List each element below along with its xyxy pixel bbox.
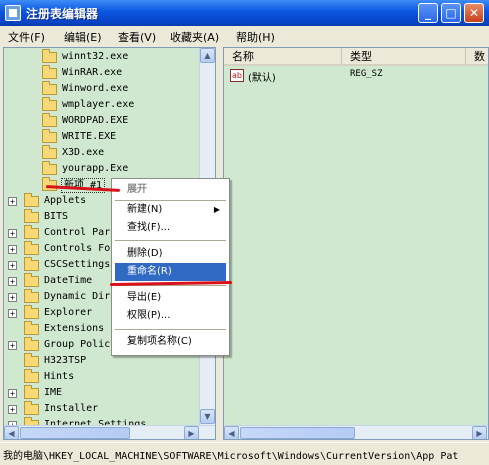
folder-icon (24, 241, 39, 255)
folder-icon (24, 289, 39, 303)
menu-item-new[interactable]: 新建(N) ▶ (115, 201, 226, 219)
column-header-type[interactable]: 类型 (342, 48, 466, 66)
scroll-right-icon[interactable]: ▶ (184, 426, 199, 439)
menu-item-copy-key-name[interactable]: 复制项名称(C) (115, 333, 226, 351)
folder-icon (24, 257, 39, 271)
menu-item-expand[interactable]: 展开 (115, 181, 226, 199)
submenu-arrow-icon: ▶ (213, 205, 220, 214)
value-name: (默认) (248, 73, 276, 84)
folder-icon (42, 97, 57, 111)
menu-favorites[interactable]: 收藏夹(A) (170, 29, 219, 45)
scroll-left-icon[interactable]: ◀ (224, 426, 239, 439)
menu-edit[interactable]: 编辑(E) (64, 29, 102, 45)
maximize-button[interactable]: □ (441, 3, 461, 23)
folder-icon (24, 337, 39, 351)
expand-icon[interactable]: + (8, 277, 17, 286)
menu-item-delete[interactable]: 删除(D) (115, 245, 226, 263)
folder-icon (24, 369, 39, 383)
scroll-thumb[interactable] (240, 427, 355, 439)
registry-editor-window: 注册表编辑器 _ □ ✕ 文件(F) 编辑(E) 查看(V) 收藏夹(A) 帮助… (0, 0, 489, 465)
close-button[interactable]: ✕ (464, 3, 484, 23)
tree-item[interactable]: + Installer (8, 401, 208, 417)
menu-separator (115, 329, 226, 330)
expand-icon[interactable]: + (8, 309, 17, 318)
folder-icon (24, 273, 39, 287)
folder-icon (24, 321, 39, 335)
menu-item-rename[interactable]: 重命名(R) (115, 263, 226, 281)
minimize-button[interactable]: _ (418, 3, 438, 23)
tree-horizontal-scrollbar[interactable]: ◀ ▶ (4, 425, 215, 439)
folder-icon (24, 353, 39, 367)
menu-item-permissions[interactable]: 权限(P)... (115, 307, 226, 325)
menu-separator (115, 240, 226, 241)
folder-icon (42, 145, 57, 159)
folder-icon (42, 161, 57, 175)
status-bar: 我的电脑\HKEY_LOCAL_MACHINE\SOFTWARE\Microso… (0, 442, 489, 465)
expand-icon[interactable]: + (8, 197, 17, 206)
title-bar[interactable]: 注册表编辑器 _ □ ✕ (0, 0, 489, 26)
scroll-thumb[interactable] (20, 427, 130, 439)
list-horizontal-scrollbar[interactable]: ◀ ▶ (224, 425, 488, 439)
folder-icon (42, 113, 57, 127)
values-list[interactable]: 名称 类型 数 ab (默认) REG_SZ ◀ ▶ (223, 47, 489, 440)
folder-icon (42, 65, 57, 79)
scroll-left-icon[interactable]: ◀ (4, 426, 19, 439)
folder-icon (24, 225, 39, 239)
column-header-data[interactable]: 数 (466, 48, 488, 66)
menu-help[interactable]: 帮助(H) (236, 29, 275, 45)
expand-icon[interactable]: + (8, 261, 17, 270)
folder-icon (42, 129, 57, 143)
tree-item[interactable]: + IME (8, 385, 208, 401)
scroll-right-icon[interactable]: ▶ (472, 426, 487, 439)
folder-icon (24, 305, 39, 319)
menu-file[interactable]: 文件(F) (8, 29, 45, 45)
app-icon (5, 5, 21, 21)
value-type: REG_SZ (350, 69, 383, 79)
folder-icon (24, 193, 39, 207)
list-item[interactable]: ab (默认) REG_SZ (228, 68, 478, 84)
menu-view[interactable]: 查看(V) (118, 29, 156, 45)
string-value-icon: ab (230, 69, 244, 82)
context-menu: 展开 新建(N) ▶ 查找(F)... 删除(D) 重命名(R) 导出(E) 权限… (111, 178, 230, 356)
menu-item-find[interactable]: 查找(F)... (115, 219, 226, 237)
folder-icon (42, 49, 57, 63)
folder-icon (24, 401, 39, 415)
tree-item[interactable]: Hints (8, 369, 208, 385)
scroll-down-icon[interactable]: ▼ (200, 409, 215, 424)
folder-icon (24, 209, 39, 223)
expand-icon[interactable]: + (8, 405, 17, 414)
status-path: 我的电脑\HKEY_LOCAL_MACHINE\SOFTWARE\Microso… (3, 451, 459, 462)
scroll-up-icon[interactable]: ▲ (200, 48, 215, 63)
menu-item-export[interactable]: 导出(E) (115, 289, 226, 307)
column-header-name[interactable]: 名称 (224, 48, 342, 66)
folder-icon (24, 385, 39, 399)
expand-icon[interactable]: + (8, 293, 17, 302)
expand-icon[interactable]: + (8, 245, 17, 254)
window-title: 注册表编辑器 (26, 7, 99, 21)
expand-icon[interactable]: + (8, 229, 17, 238)
expand-icon[interactable]: + (8, 341, 17, 350)
expand-icon[interactable]: + (8, 389, 17, 398)
menu-bar: 文件(F) 编辑(E) 查看(V) 收藏夹(A) 帮助(H) (0, 26, 489, 46)
folder-icon (42, 81, 57, 95)
